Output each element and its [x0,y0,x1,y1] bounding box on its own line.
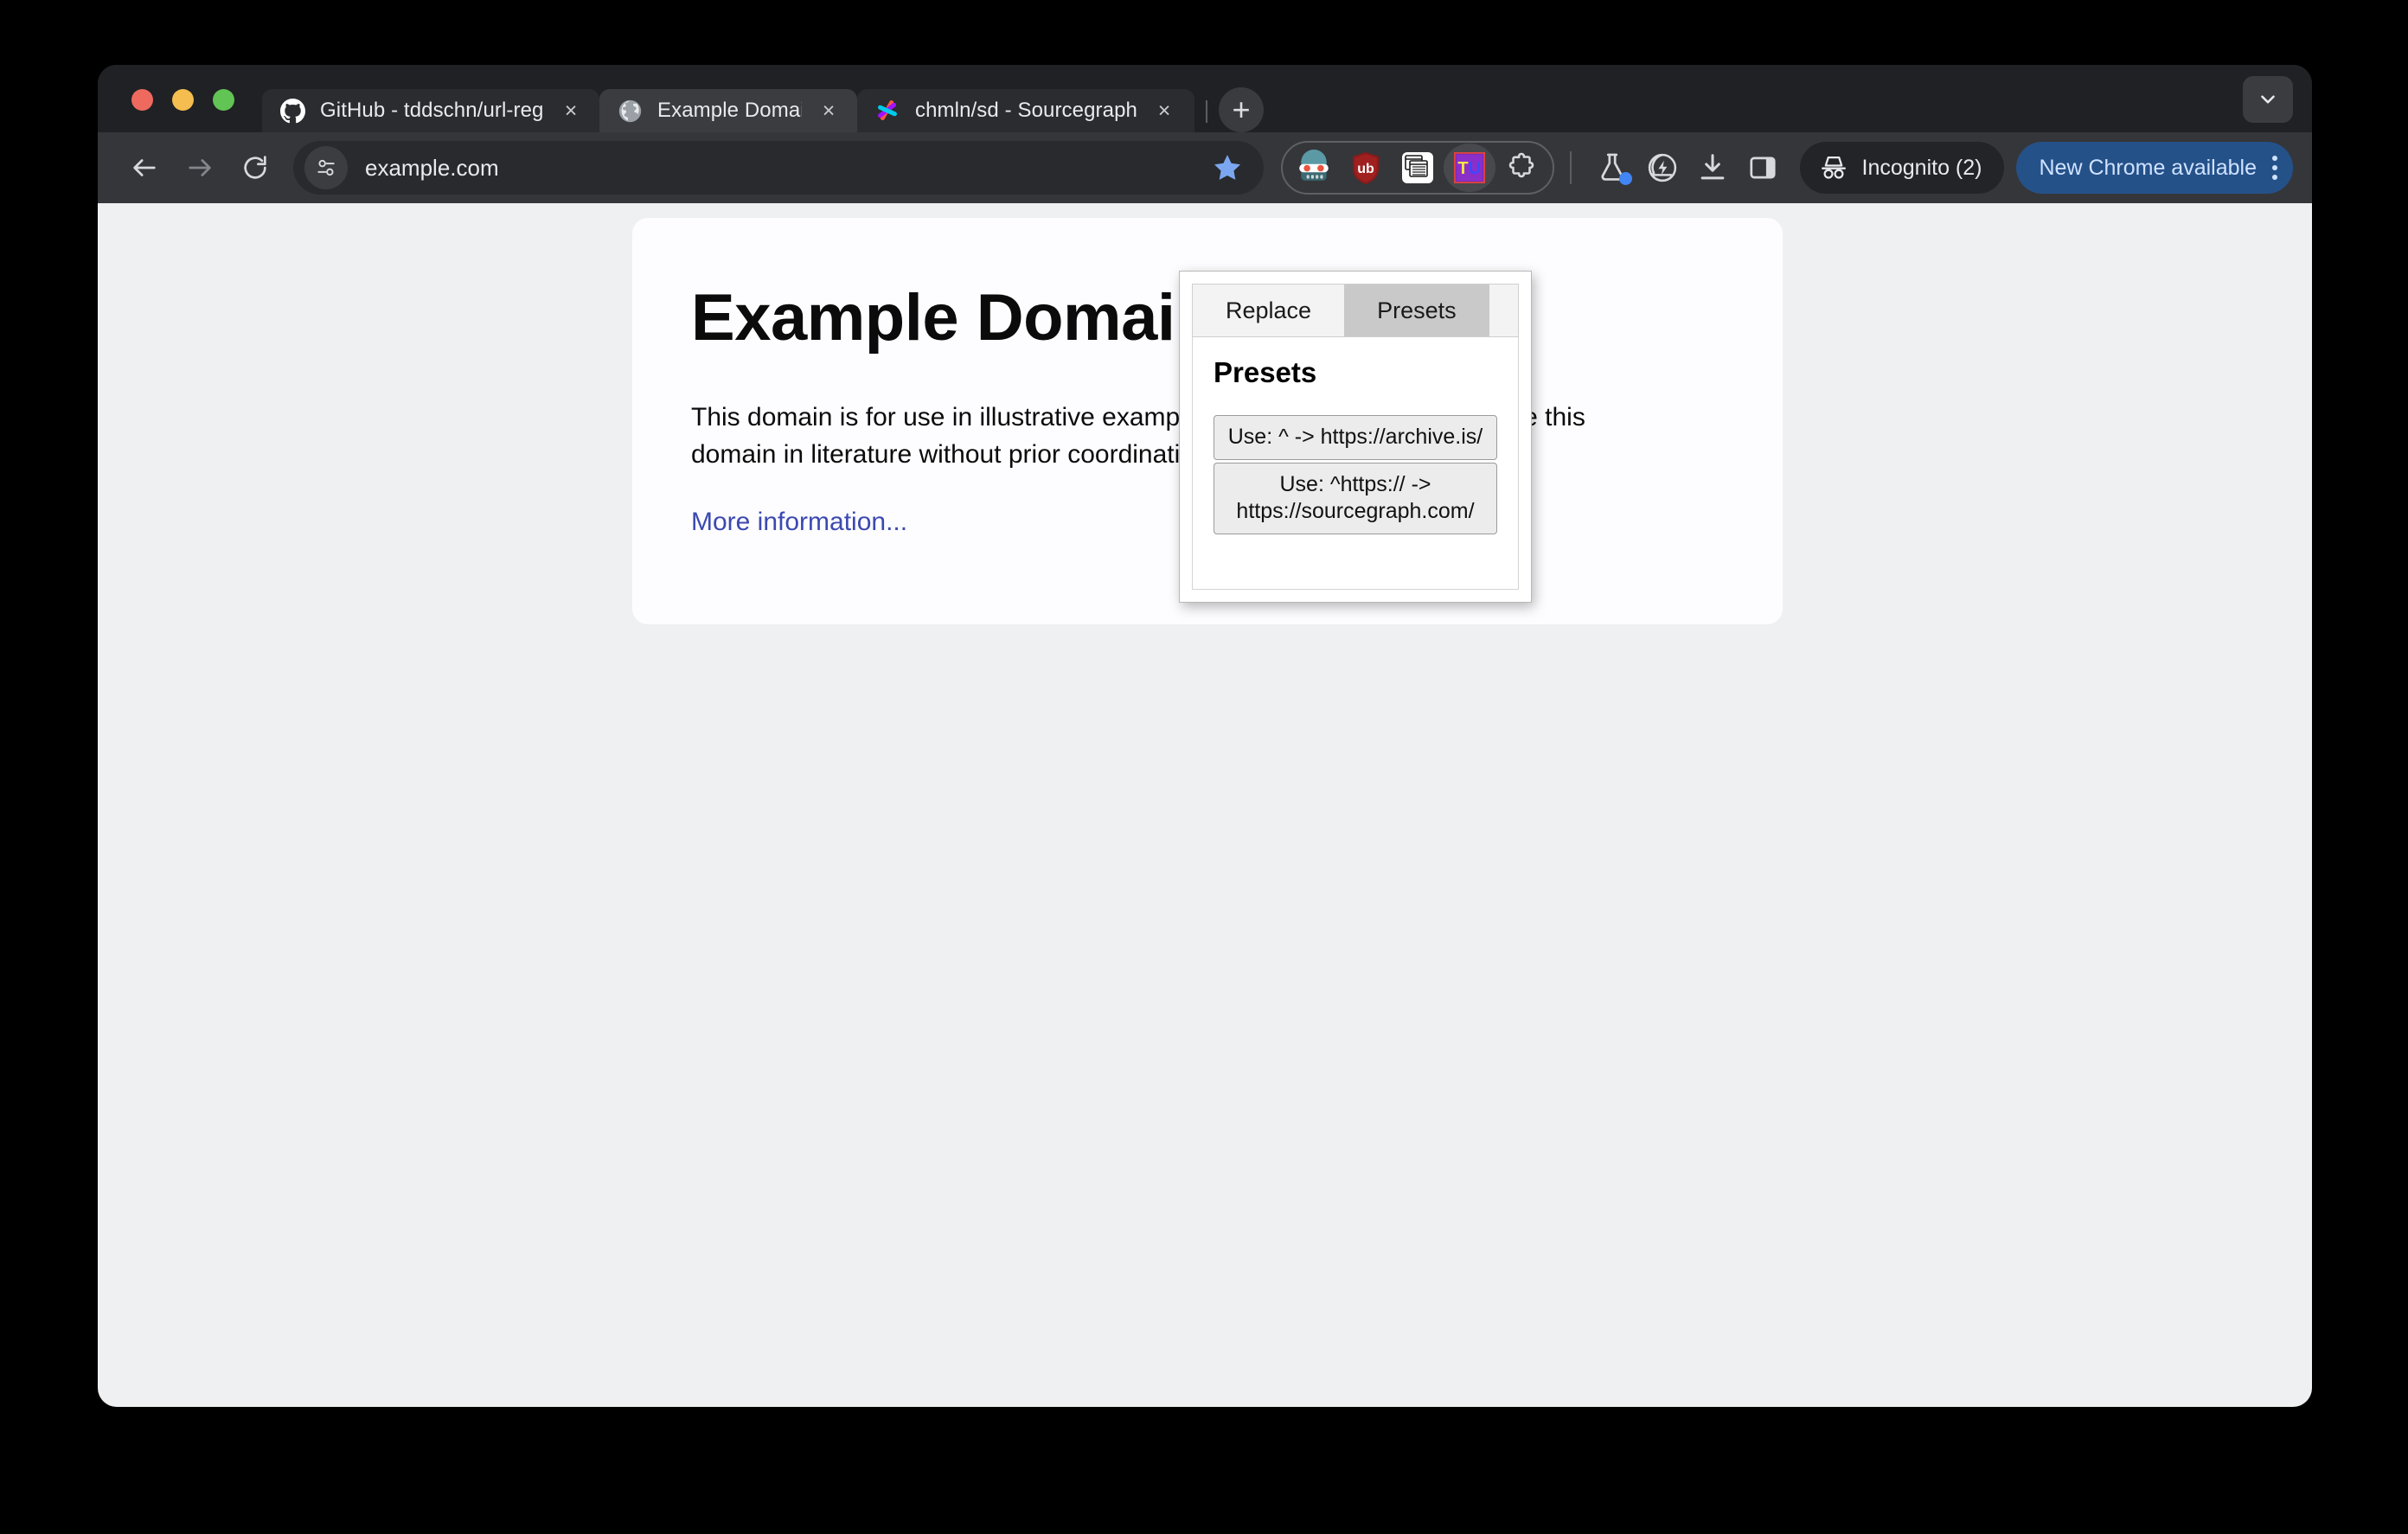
tab-close-button[interactable]: × [1151,98,1177,124]
update-dot-indicator [1619,172,1632,185]
goggles-robot-extension-icon[interactable] [1288,144,1340,192]
side-panel-icon[interactable] [1738,143,1788,193]
back-button[interactable] [117,140,172,195]
tab-example-domain[interactable]: Example Domain × [599,89,857,132]
address-bar[interactable]: example.com [293,141,1264,195]
tab-github[interactable]: GitHub - tddschn/url-regex-r × [262,89,599,132]
popup-tab-replace[interactable]: Replace [1193,284,1344,336]
preset-button-sourcegraph[interactable]: Use: ^https:// -> https://sourcegraph.co… [1214,463,1497,534]
incognito-profile-button[interactable]: Incognito (2) [1800,142,2005,194]
globe-icon [617,98,643,124]
back-arrow-icon [130,153,159,182]
extensions-toolbar: ub [1281,141,1554,195]
window-stack-extension-icon[interactable] [1392,144,1444,192]
url-text[interactable]: example.com [365,155,499,182]
popup-tab-bar: Replace Presets [1192,284,1519,337]
update-label: New Chrome available [2039,156,2257,181]
tab-search-button[interactable] [2243,76,2293,123]
svg-text:T: T [1457,159,1468,178]
tab-title: GitHub - tddschn/url-regex-r [320,99,544,123]
new-chrome-available-button[interactable]: New Chrome available [2016,142,2293,194]
performance-leaf-icon[interactable] [1637,143,1688,193]
ublock-origin-extension-icon[interactable]: ub [1340,144,1392,192]
maximize-window-button[interactable] [213,89,234,111]
close-window-button[interactable] [131,89,153,111]
popup-inner: Replace Presets Presets Use: ^ -> https:… [1192,284,1519,590]
site-settings-icon[interactable] [304,146,348,189]
chevron-down-icon [2257,88,2279,111]
url-replacer-extension-popup: Replace Presets Presets Use: ^ -> https:… [1179,271,1532,603]
sourcegraph-icon [874,98,900,124]
flask-experiments-icon[interactable] [1587,143,1637,193]
tab-list: GitHub - tddschn/url-regex-r × Example D… [262,89,1264,132]
screenshot-root: GitHub - tddschn/url-regex-r × Example D… [0,0,2408,1534]
toolbar-separator [1570,151,1572,184]
popup-heading: Presets [1214,356,1497,389]
popup-tab-presets[interactable]: Presets [1344,284,1489,336]
browser-window: GitHub - tddschn/url-regex-r × Example D… [98,65,2312,1407]
preset-button-archive[interactable]: Use: ^ -> https://archive.is/ [1214,415,1497,460]
minimize-window-button[interactable] [172,89,194,111]
tab-strip: GitHub - tddschn/url-regex-r × Example D… [98,65,2312,132]
github-icon [279,98,305,124]
reload-icon [240,153,270,182]
puzzle-piece-icon[interactable] [1495,144,1547,192]
tu-url-replacer-extension-icon[interactable]: T U [1444,144,1495,192]
tab-title: chmln/sd - Sourcegraph [915,99,1137,123]
browser-toolbar: example.com [98,132,2312,203]
forward-button[interactable] [172,140,227,195]
download-icon[interactable] [1688,143,1738,193]
popup-tab-filler [1489,284,1518,336]
tab-sourcegraph[interactable]: chmln/sd - Sourcegraph × [857,89,1194,132]
tab-title: Example Domain [657,99,802,123]
tab-close-button[interactable]: × [558,98,584,124]
reload-button[interactable] [227,140,283,195]
tab-separator [1206,100,1207,123]
incognito-hat-icon [1819,153,1848,182]
star-filled-icon[interactable] [1208,149,1246,187]
incognito-label: Incognito (2) [1862,156,1982,181]
tab-close-button[interactable]: × [816,98,842,124]
popup-body: Presets Use: ^ -> https://archive.is/ Us… [1192,337,1519,590]
forward-arrow-icon [185,153,215,182]
more-information-link[interactable]: More information... [691,508,907,537]
window-controls [131,89,234,111]
svg-text:U: U [1468,159,1480,178]
kebab-menu-icon[interactable] [2272,156,2277,180]
svg-text:ub: ub [1357,162,1374,176]
new-tab-button[interactable]: + [1219,87,1264,132]
